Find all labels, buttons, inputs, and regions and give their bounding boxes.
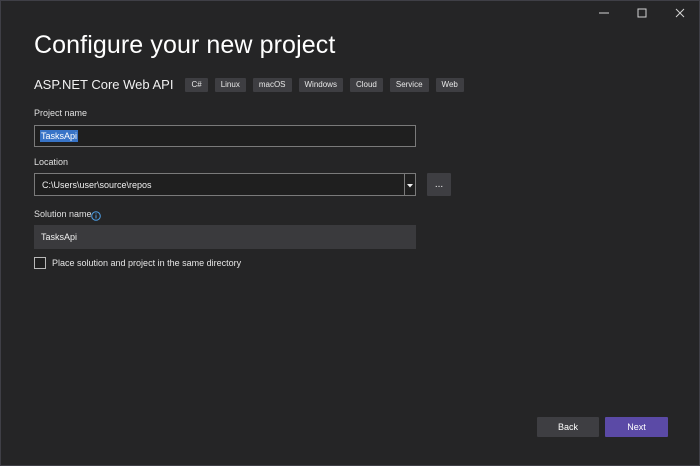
dropdown-arrow[interactable] [404,174,415,195]
chevron-down-icon [407,180,413,190]
window-controls [585,1,699,25]
tag-macos: macOS [252,77,292,92]
solution-name-label: Solution name [34,209,92,219]
page-title: Configure your new project [34,31,336,59]
close-icon [675,8,685,18]
browse-button[interactable]: ... [427,173,451,196]
tag-service: Service [389,77,429,92]
minimize-button[interactable] [585,1,623,25]
same-directory-option[interactable]: Place solution and project in the same d… [34,257,241,269]
tag-linux: Linux [214,77,246,92]
same-directory-checkbox[interactable] [34,257,46,269]
tag-web: Web [435,77,464,92]
next-button[interactable]: Next [605,417,668,437]
location-value: C:\Users\user\source\repos [42,179,152,190]
template-info: ASP.NET Core Web API C# Linux macOS Wind… [34,77,471,92]
tag-csharp: C# [185,77,208,92]
maximize-icon [637,8,647,18]
solution-name-input[interactable]: TasksApi [34,225,416,249]
same-directory-label: Place solution and project in the same d… [52,258,242,268]
project-name-input[interactable]: TasksApi [34,125,416,147]
project-name-value: TasksApi [40,130,79,142]
location-combobox[interactable]: C:\Users\user\source\repos [34,173,416,196]
back-button[interactable]: Back [537,417,599,437]
close-button[interactable] [661,1,699,25]
tag-cloud: Cloud [349,77,383,92]
project-name-label: Project name [34,108,88,118]
location-label: Location [34,157,69,167]
info-icon[interactable] [91,208,101,221]
solution-name-value: TasksApi [41,232,78,242]
minimize-icon [599,8,609,18]
create-project-dialog: Configure your new project ASP.NET Core … [0,0,700,466]
tag-windows: Windows [298,77,343,92]
maximize-button[interactable] [623,1,661,25]
template-name: ASP.NET Core Web API [34,77,174,92]
